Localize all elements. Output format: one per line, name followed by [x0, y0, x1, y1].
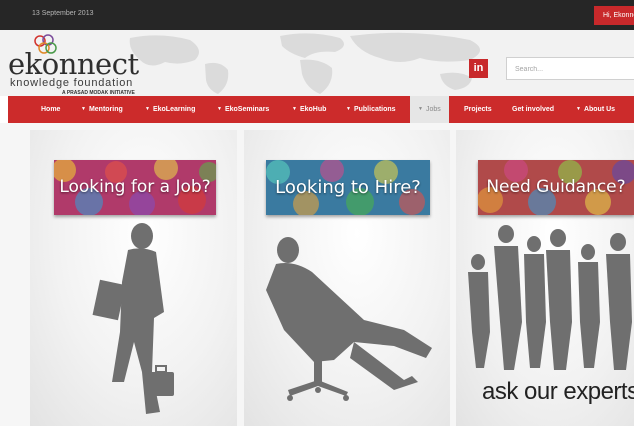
main-navigation: Home ▼ Mentoring ▼ EkoLearning ▼ EkoSeminar… [8, 96, 634, 123]
chevron-down-icon: ▼ [81, 106, 86, 112]
nav-item-about-us[interactable]: ▼ About Us [576, 96, 615, 123]
chevron-down-icon: ▼ [292, 106, 297, 112]
banner-need-guidance[interactable]: Need Guidance? [478, 160, 634, 215]
banner-looking-to-hire[interactable]: Looking to Hire? [266, 160, 430, 215]
linkedin-icon[interactable]: in [469, 59, 488, 78]
user-greeting-button[interactable]: Hi, Ekonnect [594, 6, 634, 25]
chevron-down-icon: ▼ [217, 106, 222, 112]
nav-item-ekoseminars[interactable]: ▼ EkoSeminars [217, 96, 269, 123]
nav-item-projects[interactable]: Projects [464, 96, 492, 123]
ask-experts-caption: ask our experts. [482, 378, 634, 405]
current-date: 13 September 2013 [32, 10, 94, 17]
nav-item-publications[interactable]: ▼ Publications [346, 96, 396, 123]
panel-need-guidance[interactable]: Need Guidance? ask our experts. [456, 130, 634, 426]
nav-item-mentoring[interactable]: ▼ Mentoring [81, 96, 123, 123]
top-bar: 13 September 2013 Hi, Ekonnect [0, 0, 634, 30]
group-of-people-silhouette [468, 225, 632, 370]
chevron-down-icon: ▼ [145, 106, 150, 112]
logo-subtitle: knowledge foundation [10, 77, 134, 89]
logo-wordmark[interactable]: ekonnect [8, 47, 139, 81]
panel-looking-to-hire[interactable]: Looking to Hire? [244, 130, 450, 426]
nav-item-ekolearning[interactable]: ▼ EkoLearning [145, 96, 195, 123]
nav-item-ekohub[interactable]: ▼ EkoHub [292, 96, 326, 123]
reclining-man-silhouette [266, 237, 432, 401]
nav-item-get-involved[interactable]: Get involved [512, 96, 554, 123]
chevron-down-icon: ▼ [346, 106, 351, 112]
search-input[interactable] [507, 59, 634, 80]
man-with-briefcase-silhouette [92, 223, 174, 414]
panel-looking-for-job[interactable]: Looking for a Job? [30, 130, 237, 426]
nav-item-jobs[interactable]: ▼ Jobs [410, 96, 449, 123]
search-box[interactable] [506, 57, 634, 80]
nav-item-home[interactable]: Home [41, 96, 60, 123]
content-area: Looking for a Job? Looking to Hire? Need… [0, 123, 634, 426]
chevron-down-icon: ▼ [418, 106, 423, 112]
site-header: ekonnect knowledge foundation A PRASAD M… [0, 30, 634, 96]
chevron-down-icon: ▼ [576, 106, 581, 112]
banner-looking-for-job[interactable]: Looking for a Job? [54, 160, 216, 215]
